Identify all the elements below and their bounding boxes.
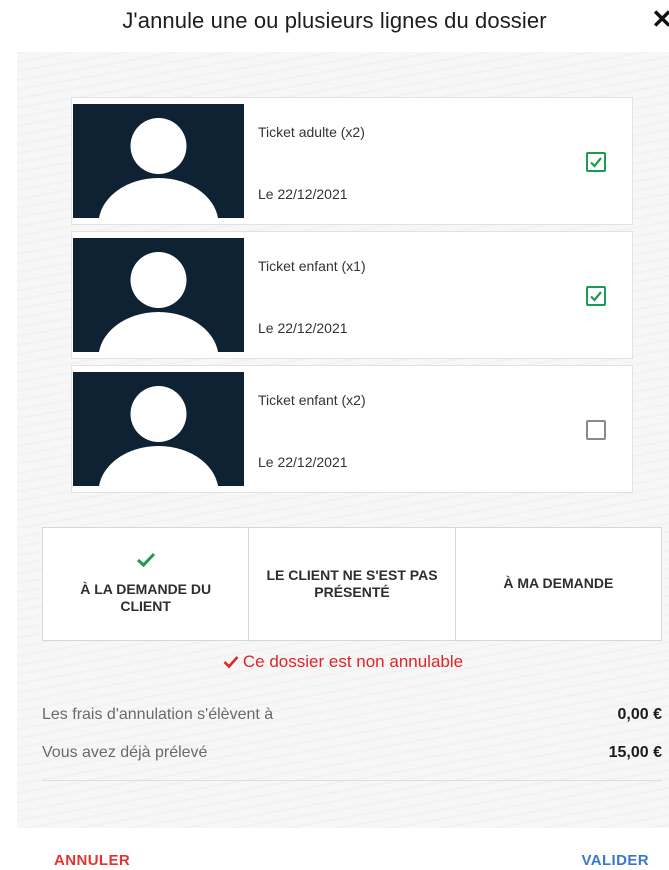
ticket-line: Ticket enfant (x2) Le 22/12/2021 — [71, 365, 633, 493]
checkmark-icon — [590, 291, 602, 302]
fee-value: 0,00 € — [617, 706, 662, 723]
warning-text: Ce dossier est non annulable — [242, 652, 464, 671]
dialog-title: J'annule une ou plusieurs lignes du doss… — [122, 8, 547, 33]
reason-no-show[interactable]: LE CLIENT NE S'EST PAS PRÉSENTÉ — [249, 528, 456, 640]
divider — [42, 780, 662, 781]
fee-row-cancellation: Les frais d'annulation s'élèvent à 0,00 … — [42, 702, 662, 732]
fee-label: Vous avez déjà prélevé — [42, 744, 208, 761]
ticket-line: Ticket enfant (x1) Le 22/12/2021 — [71, 231, 633, 359]
dialog-header: J'annule une ou plusieurs lignes du doss… — [0, 0, 669, 50]
avatar-placeholder-icon — [73, 372, 244, 486]
ticket-name: Ticket enfant (x2) — [258, 392, 366, 408]
fee-row-collected: Vous avez déjà prélevé 15,00 € — [42, 740, 662, 770]
fee-value: 15,00 € — [608, 744, 662, 761]
checkmark-icon — [136, 552, 155, 568]
dialog-content: Ticket adulte (x2) Le 22/12/2021 Ticket … — [17, 52, 669, 828]
reason-client-request[interactable]: À LA DEMANDE DU CLIENT — [43, 528, 250, 640]
checkmark-icon — [590, 157, 602, 168]
ticket-date: Le 22/12/2021 — [258, 186, 348, 202]
ticket-date: Le 22/12/2021 — [258, 454, 348, 470]
reason-label: À LA DEMANDE DU CLIENT — [80, 580, 212, 615]
dialog-footer: ANNULER VALIDER — [0, 828, 669, 870]
ticket-name: Ticket adulte (x2) — [258, 124, 365, 140]
fee-label: Les frais d'annulation s'élèvent à — [42, 706, 274, 723]
avatar-placeholder-icon — [73, 238, 244, 352]
non-cancellable-warning: Ce dossier est non annulable — [17, 652, 669, 672]
reason-label: LE CLIENT NE S'EST PAS PRÉSENTÉ — [266, 566, 438, 601]
cancellation-reason-selector: À LA DEMANDE DU CLIENT LE CLIENT NE S'ES… — [42, 527, 662, 641]
ticket-checkbox[interactable] — [586, 152, 606, 172]
reason-label: À MA DEMANDE — [503, 575, 614, 592]
avatar-placeholder-icon — [73, 104, 244, 218]
close-icon[interactable]: ✕ — [651, 6, 669, 32]
reason-my-request[interactable]: À MA DEMANDE — [455, 528, 661, 640]
ticket-line: Ticket adulte (x2) Le 22/12/2021 — [71, 97, 633, 225]
checkmark-icon — [223, 656, 239, 669]
ticket-checkbox[interactable] — [586, 286, 606, 306]
cancel-button[interactable]: ANNULER — [54, 852, 130, 869]
ticket-checkbox[interactable] — [586, 420, 606, 440]
validate-button[interactable]: VALIDER — [581, 852, 649, 869]
ticket-date: Le 22/12/2021 — [258, 320, 348, 336]
ticket-name: Ticket enfant (x1) — [258, 258, 366, 274]
